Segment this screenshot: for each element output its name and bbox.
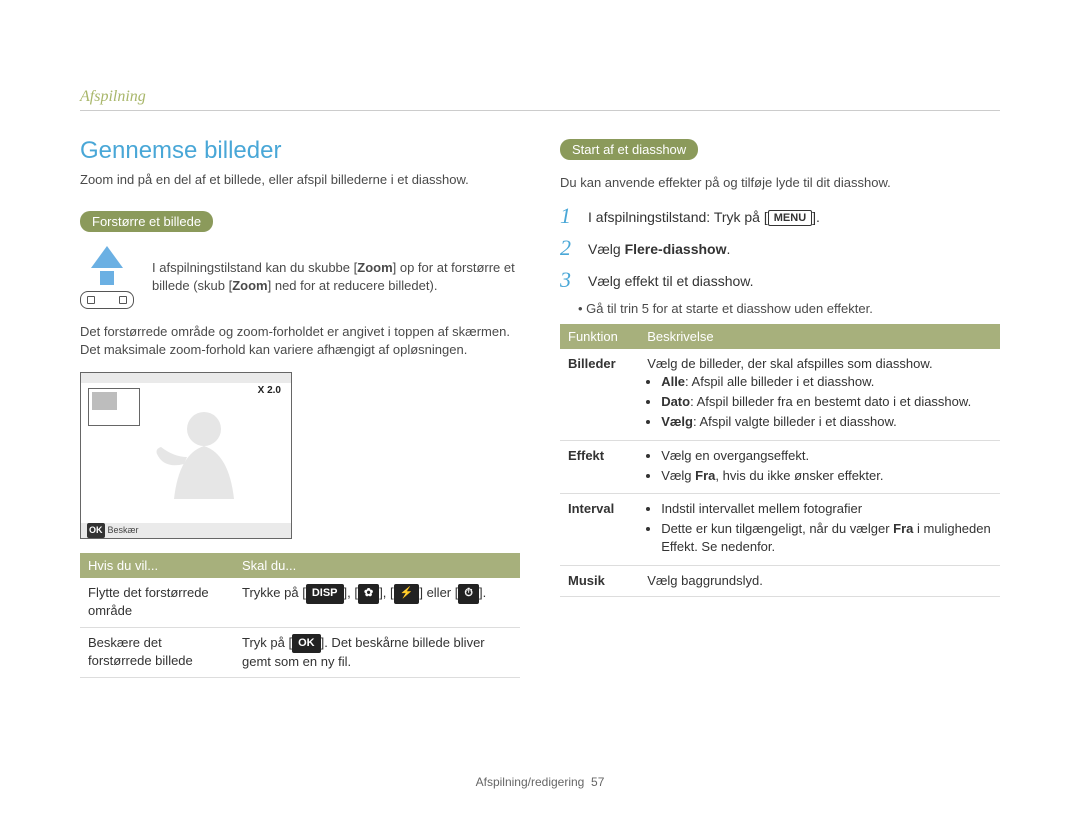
zoom-illustration: X 2.0 OKBeskær: [80, 372, 292, 539]
menu-key-icon: MENU: [768, 210, 812, 226]
table-row: Flytte det forstørrede område Trykke på …: [80, 578, 520, 627]
right-table-header-2: Beskrivelse: [639, 324, 1000, 349]
steps-list: 1 I afspilningstilstand: Tryk på [MENU].…: [560, 205, 1000, 291]
pill-enlarge: Forstørre et billede: [80, 211, 213, 232]
zoom-paragraph: Det forstørrede område og zoom-forholdet…: [80, 323, 520, 361]
table-row: Interval Indstil intervallet mellem foto…: [560, 493, 1000, 565]
illu-viewport-box: [88, 388, 140, 426]
flash-key-icon: ⚡: [394, 584, 420, 603]
disp-key-icon: DISP: [306, 584, 344, 603]
ok-key-icon: OK: [292, 634, 321, 653]
illu-zoom-region: [92, 392, 117, 410]
table-row: Musik Vælg baggrundslyd.: [560, 565, 1000, 596]
step-number: 3: [560, 269, 578, 291]
table-row: Effekt Vælg en overgangseffekt. Vælg Fra…: [560, 440, 1000, 493]
right-table-header-1: Funktion: [560, 324, 639, 349]
left-table: Hvis du vil... Skal du... Flytte det for…: [80, 553, 520, 678]
step-1: 1 I afspilningstilstand: Tryk på [MENU].: [560, 205, 1000, 227]
funk-musik-label: Musik: [560, 565, 639, 596]
funk-effekt-label: Effekt: [560, 440, 639, 493]
table-row: Billeder Vælg de billeder, der skal afsp…: [560, 349, 1000, 440]
left-column: Gennemse billeder Zoom ind på en del af …: [80, 137, 520, 678]
left-row1-keys: Trykke på [DISP], [✿], [⚡] eller [⏱].: [234, 578, 520, 627]
intro-text: Zoom ind på en del af et billede, eller …: [80, 171, 520, 189]
page-heading: Gennemse billeder: [80, 137, 520, 165]
step-text: Vælg Flere-diasshow.: [588, 237, 730, 257]
step-number: 2: [560, 237, 578, 259]
pill-slideshow: Start af et diasshow: [560, 139, 698, 160]
step-3: 3 Vælg effekt til et diasshow.: [560, 269, 1000, 291]
step-number: 1: [560, 205, 578, 227]
zoom-description: I afspilningstilstand kan du skubbe [Zoo…: [152, 259, 520, 295]
right-column: Start af et diasshow Du kan anvende effe…: [560, 137, 1000, 678]
left-table-header-1: Hvis du vil...: [80, 553, 234, 578]
funk-billeder-label: Billeder: [560, 349, 639, 440]
ok-icon: OK: [87, 523, 105, 538]
flower-key-icon: ✿: [358, 584, 379, 603]
right-table: Funktion Beskrivelse Billeder Vælg de bi…: [560, 324, 1000, 597]
funk-interval-label: Interval: [560, 493, 639, 565]
table-row: Beskære det forstørrede billede Tryk på …: [80, 627, 520, 678]
illu-bottom-bar: OKBeskær: [81, 523, 291, 538]
right-intro: Du kan anvende effekter på og tilføje ly…: [560, 174, 1000, 193]
rocker-icon: [80, 291, 134, 309]
funk-billeder-desc: Vælg de billeder, der skal afspilles som…: [639, 349, 1000, 440]
funk-interval-desc: Indstil intervallet mellem fotografier D…: [639, 493, 1000, 565]
arrow-up-icon: [91, 246, 123, 268]
section-header: Afspilning: [80, 88, 1000, 106]
left-row2-action: Beskære det forstørrede billede: [80, 627, 234, 678]
zoom-figure: I afspilningstilstand kan du skubbe [Zoo…: [80, 246, 520, 309]
page: Afspilning Gennemse billeder Zoom ind på…: [0, 0, 1080, 815]
left-table-header-2: Skal du...: [234, 553, 520, 578]
two-column-layout: Gennemse billeder Zoom ind på en del af …: [80, 137, 1000, 678]
arrow-stem-icon: [100, 271, 114, 285]
funk-musik-desc: Vælg baggrundslyd.: [639, 565, 1000, 596]
illu-top-bar: [81, 373, 291, 383]
step-note: • Gå til trin 5 for at starte et diassho…: [560, 301, 1000, 316]
page-footer: Afspilning/redigering 57: [0, 775, 1080, 789]
illu-zoom-label: X 2.0: [258, 385, 281, 396]
left-row2-keys: Tryk på [OK]. Det beskårne billede blive…: [234, 627, 520, 678]
illu-person-icon: [149, 409, 279, 519]
timer-key-icon: ⏱: [458, 584, 479, 603]
left-row1-action: Flytte det forstørrede område: [80, 578, 234, 627]
step-2: 2 Vælg Flere-diasshow.: [560, 237, 1000, 259]
zoom-icon: [80, 246, 134, 309]
step-text: I afspilningstilstand: Tryk på [MENU].: [588, 205, 820, 226]
step-text: Vælg effekt til et diasshow.: [588, 269, 754, 289]
funk-effekt-desc: Vælg en overgangseffekt. Vælg Fra, hvis …: [639, 440, 1000, 493]
divider: [80, 110, 1000, 111]
